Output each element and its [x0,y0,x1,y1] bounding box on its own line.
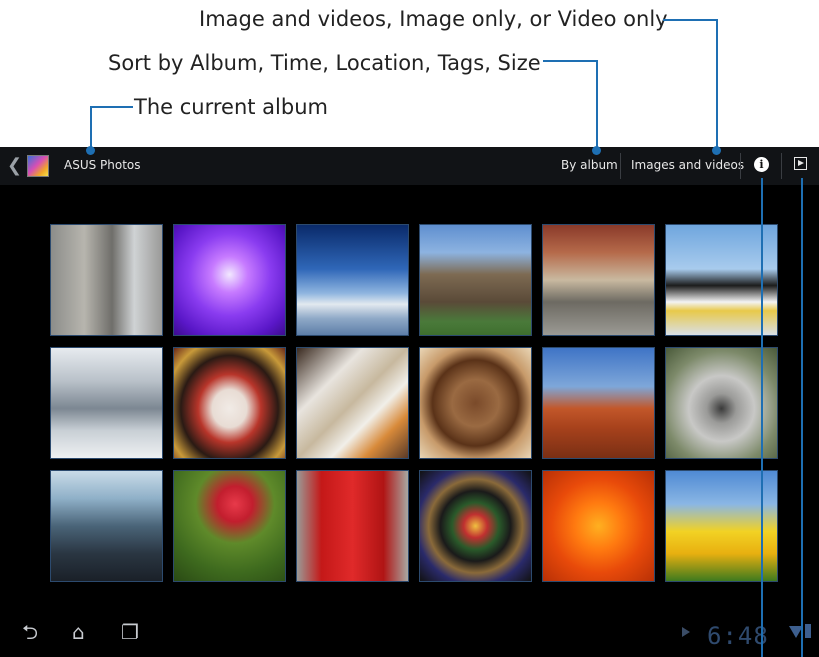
callout-sort-dot [592,146,601,155]
photo-red-flower[interactable] [173,470,286,582]
chevron-left-icon[interactable]: ❮ [7,156,22,176]
callout-sort-line-h [543,60,598,62]
divider [781,153,782,179]
photo-purple-flower[interactable] [173,224,286,336]
photo-geisha[interactable] [173,347,286,459]
callout-album-line-v [90,106,92,150]
photo-red-postbox[interactable] [296,470,409,582]
photo-airplane-wing[interactable] [296,224,409,336]
current-album-title[interactable]: ASUS Photos [64,158,141,172]
photo-chocolate-cake[interactable] [419,347,532,459]
photo-tea-table[interactable] [296,347,409,459]
callout-slideshow-line [801,178,803,657]
action-bar: ❮ ASUS Photos By album Images and videos… [0,147,819,185]
callout-album-line-h [90,106,133,108]
photo-desert-mesa[interactable] [542,347,655,459]
callout-filter-dot [712,146,721,155]
photo-orange-dahlia[interactable] [542,470,655,582]
filter-images-videos-button[interactable]: Images and videos [631,158,744,172]
callout-sort-line-v [596,60,598,150]
battery-icon [805,624,811,638]
album-icon[interactable] [27,155,49,177]
callout-sort: Sort by Album, Time, Location, Tags, Siz… [108,51,541,75]
system-nav-bar: ⮌ ⌂ ❐ 6:48 [0,613,819,657]
back-icon[interactable]: ⮌ [22,621,38,643]
photo-bean-sculpture[interactable] [50,347,163,459]
photo-cathedral[interactable] [419,224,532,336]
slideshow-icon[interactable] [794,157,807,170]
status-clock: 6:48 [707,622,769,650]
callout-filter: Image and videos, Image only, or Video o… [199,7,668,31]
callout-album: The current album [134,95,328,119]
photo-rose-window[interactable] [419,470,532,582]
callout-album-dot [86,146,95,155]
callout-filter-line-v [716,19,718,150]
photo-street-statue[interactable] [542,224,655,336]
callout-filter-line-h [663,19,718,21]
media-status-icon [682,627,690,637]
callout-info-line [761,178,763,657]
sort-by-album-button[interactable]: By album [561,158,618,172]
divider [740,153,741,179]
photo-glass-roof-escalator[interactable] [50,470,163,582]
photo-sculpture[interactable] [50,224,163,336]
tablet-screen: ❮ ASUS Photos By album Images and videos… [0,147,819,657]
divider [620,153,621,179]
recents-icon[interactable]: ❐ [121,621,139,643]
home-icon[interactable]: ⌂ [72,621,85,643]
info-icon[interactable]: i [754,157,769,172]
